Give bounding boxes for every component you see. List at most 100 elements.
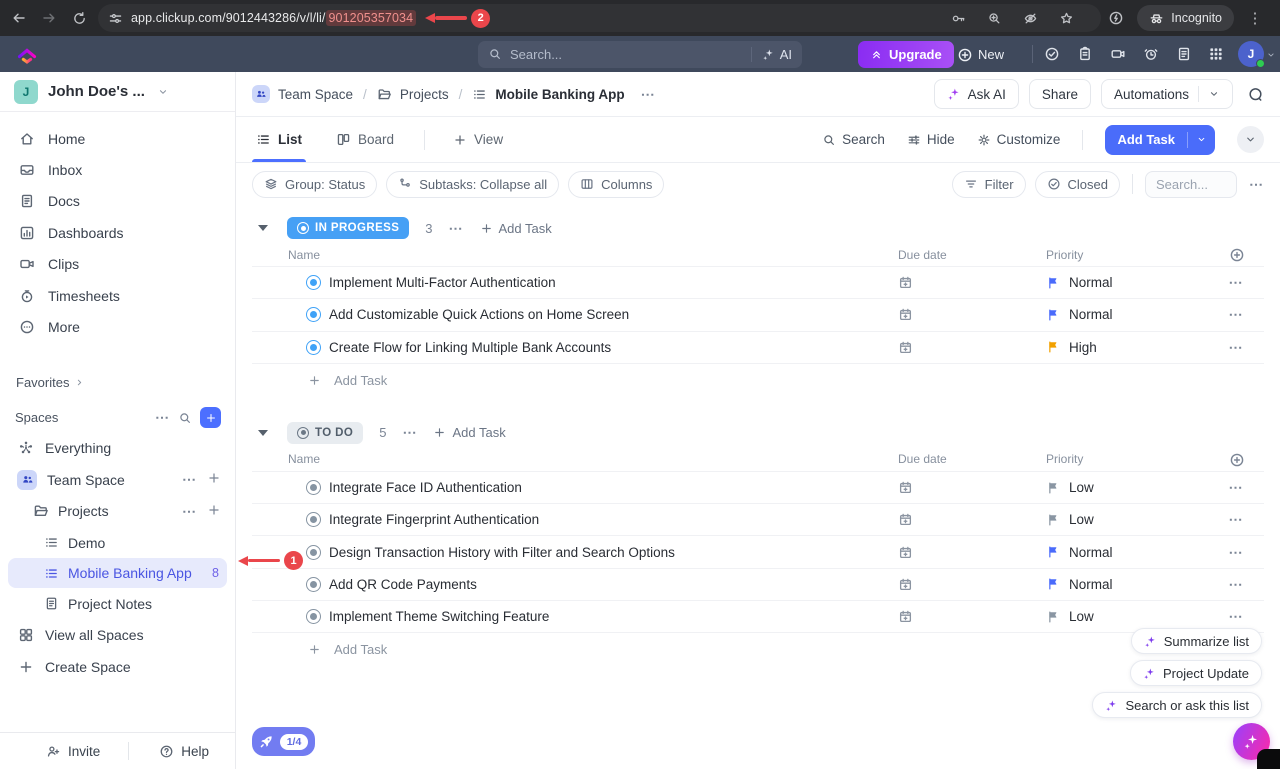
new-button[interactable]: New <box>957 47 1004 62</box>
sidebar-item-project-notes[interactable]: Project Notes <box>0 588 235 619</box>
task-name[interactable]: Implement Theme Switching Feature <box>329 609 549 624</box>
due-date-cell[interactable] <box>898 512 1046 527</box>
projects-more-icon[interactable]: ⋯ <box>182 503 197 520</box>
project-update-button[interactable]: Project Update <box>1130 660 1262 686</box>
task-row[interactable]: Implement Multi-Factor Authentication No… <box>252 267 1264 299</box>
task-row[interactable]: Integrate Face ID Authentication Low ⋯ <box>252 472 1264 504</box>
sidebar-item-team-space[interactable]: Team Space ⋯ <box>0 464 235 495</box>
task-name[interactable]: Create Flow for Linking Multiple Bank Ac… <box>329 340 611 355</box>
task-row[interactable]: Create Flow for Linking Multiple Bank Ac… <box>252 332 1264 364</box>
add-view-button[interactable]: View <box>449 117 507 162</box>
clickup-logo[interactable] <box>16 43 38 65</box>
status-badge-in-progress[interactable]: IN PROGRESS <box>287 217 409 239</box>
avatar-chevron-icon[interactable] <box>1266 50 1276 60</box>
add-column-button[interactable] <box>1208 452 1264 467</box>
browser-reload-button[interactable] <box>64 3 94 33</box>
upgrade-button[interactable]: Upgrade <box>858 41 954 68</box>
priority-cell[interactable]: Normal <box>1046 307 1208 322</box>
task-row[interactable]: Integrate Fingerprint Authentication Low… <box>252 504 1264 536</box>
due-date-cell[interactable] <box>898 577 1046 592</box>
task-status-icon[interactable] <box>306 512 321 527</box>
automations-button[interactable]: Automations <box>1101 79 1233 109</box>
task-row[interactable]: Implement Theme Switching Feature Low ⋯ <box>252 601 1264 633</box>
tab-board[interactable]: Board <box>332 117 398 162</box>
due-date-cell[interactable] <box>898 340 1046 355</box>
sidebar-item-view-all-spaces[interactable]: View all Spaces <box>0 620 235 651</box>
column-priority[interactable]: Priority <box>1046 248 1208 262</box>
spaces-more-icon[interactable]: ⋯ <box>155 409 170 426</box>
column-name[interactable]: Name <box>252 248 898 262</box>
share-button[interactable]: Share <box>1029 79 1091 109</box>
priority-cell[interactable]: High <box>1046 340 1208 355</box>
sidebar-item-create-space[interactable]: Create Space <box>0 651 235 682</box>
column-due-date[interactable]: Due date <box>898 248 1046 262</box>
task-row[interactable]: Add QR Code Payments Normal ⋯ <box>252 569 1264 601</box>
subtasks-pill[interactable]: Subtasks: Collapse all <box>386 171 559 198</box>
due-date-cell[interactable] <box>898 545 1046 560</box>
priority-cell[interactable]: Low <box>1046 480 1208 495</box>
priority-cell[interactable]: Normal <box>1046 275 1208 290</box>
sidebar-item-clips[interactable]: Clips <box>0 249 235 280</box>
add-column-button[interactable] <box>1208 247 1264 262</box>
task-more-icon[interactable]: ⋯ <box>1208 608 1264 625</box>
task-name[interactable]: Add Customizable Quick Actions on Home S… <box>329 307 629 322</box>
breadcrumb-folder[interactable]: Projects <box>400 87 449 102</box>
due-date-cell[interactable] <box>898 480 1046 495</box>
sidebar-item-mobile-banking-app[interactable]: Mobile Banking App 8 <box>8 558 227 588</box>
task-name[interactable]: Implement Multi-Factor Authentication <box>329 275 556 290</box>
sidebar-item-inbox[interactable]: Inbox <box>0 154 235 185</box>
task-status-icon[interactable] <box>306 340 321 355</box>
task-name[interactable]: Design Transaction History with Filter a… <box>329 545 675 560</box>
group-by-pill[interactable]: Group: Status <box>252 171 377 198</box>
browser-address-bar[interactable]: app.clickup.com/9012443286/v/l/li/901205… <box>98 4 1101 32</box>
task-status-icon[interactable] <box>306 307 321 322</box>
task-status-icon[interactable] <box>306 545 321 560</box>
group-more-icon[interactable]: ⋯ <box>402 424 417 441</box>
team-space-add-icon[interactable] <box>207 471 221 485</box>
task-more-icon[interactable]: ⋯ <box>1208 274 1264 291</box>
filter-pill[interactable]: Filter <box>952 171 1026 198</box>
priority-cell[interactable]: Low <box>1046 512 1208 527</box>
group-add-task-button[interactable]: Add Task <box>433 425 505 440</box>
password-key-icon[interactable] <box>943 3 973 33</box>
browser-menu-button[interactable]: ⋮ <box>1240 3 1270 33</box>
closed-pill[interactable]: Closed <box>1035 171 1120 198</box>
task-more-icon[interactable]: ⋯ <box>1208 511 1264 528</box>
browser-forward-button[interactable] <box>34 3 64 33</box>
status-badge-to-do[interactable]: TO DO <box>287 422 363 444</box>
due-date-cell[interactable] <box>898 275 1046 290</box>
record-clip-icon[interactable] <box>1110 46 1126 62</box>
browser-back-button[interactable] <box>4 3 34 33</box>
reminder-clock-icon[interactable] <box>1143 46 1159 62</box>
apps-grid-icon[interactable] <box>1208 46 1224 62</box>
comments-icon[interactable] <box>1247 86 1264 103</box>
help-button[interactable]: Help <box>159 744 209 759</box>
sidebar-item-home[interactable]: Home <box>0 123 235 154</box>
add-task-row[interactable]: Add Task <box>252 633 1264 666</box>
ask-ai-button[interactable]: Ask AI <box>934 79 1019 109</box>
column-priority[interactable]: Priority <box>1046 452 1208 466</box>
team-space-more-icon[interactable]: ⋯ <box>182 471 197 488</box>
customize-button[interactable]: Customize <box>977 132 1061 147</box>
collapse-group-icon[interactable] <box>258 225 268 231</box>
doc-quick-icon[interactable] <box>1176 46 1192 62</box>
bookmark-star-icon[interactable] <box>1051 3 1081 33</box>
sidebar-item-more[interactable]: More <box>0 311 235 342</box>
global-search-input[interactable]: Search... AI <box>478 41 802 68</box>
site-settings-icon[interactable] <box>108 11 123 26</box>
todo-check-icon[interactable] <box>1044 46 1060 62</box>
collapse-group-icon[interactable] <box>258 430 268 436</box>
view-search-button[interactable]: Search <box>822 132 885 147</box>
group-more-icon[interactable]: ⋯ <box>449 220 464 237</box>
collapse-header-button[interactable] <box>1237 126 1264 153</box>
sidebar-item-demo-list[interactable]: Demo <box>0 527 235 558</box>
sidebar-item-docs[interactable]: Docs <box>0 186 235 217</box>
sidebar-item-timesheets[interactable]: Timesheets <box>0 280 235 311</box>
task-more-icon[interactable]: ⋯ <box>1208 544 1264 561</box>
add-task-button[interactable]: Add Task <box>1105 125 1215 155</box>
tab-list[interactable]: List <box>252 117 306 162</box>
task-status-icon[interactable] <box>306 275 321 290</box>
add-task-dropdown[interactable] <box>1188 134 1215 145</box>
toolbar-more-icon[interactable]: ⋯ <box>1249 176 1264 193</box>
favorites-section-header[interactable]: Favorites <box>0 372 235 394</box>
